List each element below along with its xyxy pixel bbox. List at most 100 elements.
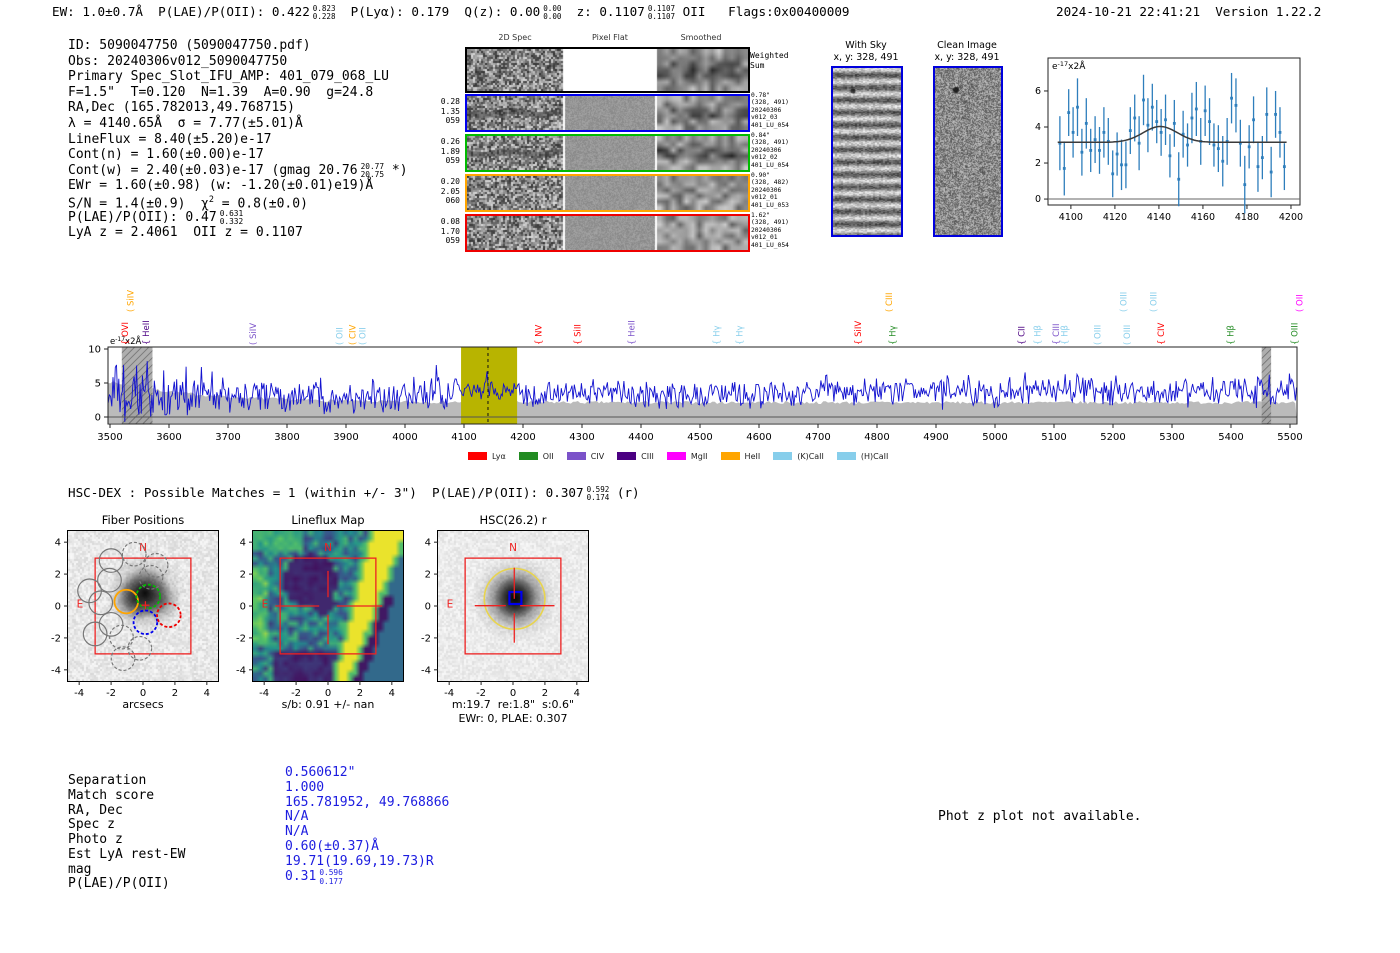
info-line: λ = 4140.65Å σ = 7.77(±5.01)Å	[68, 115, 303, 131]
spectrum-legend: Lyα OII CIV CIII MgII HeII (K)CaII (H)CaII	[468, 445, 1088, 464]
spectrum-xtick: 3900	[333, 432, 358, 443]
spectrum-ytick: 10	[88, 345, 101, 356]
spec2d-row-left-label: 0.20 2.05 060	[440, 177, 460, 205]
line-marker-label: { SiII	[573, 324, 583, 345]
panel-title: Fiber Positions	[101, 513, 185, 527]
line-marker-label: { CIV	[1157, 322, 1167, 345]
spectrum-xtick: 4500	[687, 432, 712, 443]
legend-swatch	[773, 452, 793, 460]
match-value: 0.560612"	[285, 765, 356, 780]
spectrum-xtick: 4300	[569, 432, 594, 443]
panel-ytick: 2	[55, 570, 61, 581]
inset-xtick: 4100	[1059, 212, 1083, 223]
line-marker-label: ( CIV	[348, 325, 358, 345]
panel-image	[67, 530, 219, 682]
inset-ytick: 6	[1035, 86, 1041, 97]
spectrum-xtick: 3800	[274, 432, 299, 443]
info-line: Cont(n) = 1.60(±0.00)e-17	[68, 147, 264, 163]
spec2d-row	[465, 94, 750, 132]
match-label: Separation	[68, 773, 147, 788]
legend-swatch	[666, 452, 686, 460]
spectrum-xtick: 5100	[1041, 432, 1066, 443]
lineflux-xlabel: s/b: 0.91 +/- nan	[281, 698, 375, 711]
line-marker-label: { HeII	[142, 320, 152, 345]
line-marker-label: { Hβ	[1033, 325, 1043, 345]
match-value: 0.31 0.596 0.177	[285, 868, 343, 886]
line-marker-label: { Hγ	[713, 325, 723, 345]
inset-xtick: 4120	[1103, 212, 1127, 223]
panel-ytick: 4	[240, 538, 246, 549]
legend-swatch	[617, 452, 637, 460]
legend-swatch	[468, 452, 487, 460]
inset-ytick: 2	[1035, 158, 1041, 169]
spec2d-row-right-label: 0.78" (328, 491) 20240306 v012_03 401_LU_054	[751, 92, 789, 129]
inset-ylabel: e-17x2Å	[1052, 60, 1086, 72]
info-line: RA,Dec (165.782013,49.768715)	[68, 100, 295, 116]
legend-swatch	[518, 452, 538, 460]
line-marker-label: { NV	[534, 325, 544, 345]
hsc-caption-photometry: m:19.7 re:1.8" s:0.6"	[451, 698, 575, 711]
full-spectrum-plot: 3500 3600 3700 3800 3900 4000 4100 4200 4300 4400…	[88, 290, 1305, 443]
fiber-xlabel: arcsecs	[122, 698, 164, 711]
match-label: Est LyA rest-EW	[68, 846, 186, 862]
legend-item: HeII	[720, 452, 760, 461]
clean-image-title: Clean Image x, y: 328, 491	[934, 40, 1000, 63]
match-value: 0.60(±0.37)Å	[285, 838, 379, 854]
line-marker-label: ( SiIV	[249, 323, 259, 345]
weighted-sum-label: Weighted Sum	[750, 51, 789, 70]
panel-image	[437, 530, 589, 682]
panel-title: Lineflux Map	[291, 513, 365, 527]
uncertainty-stack: 0.1107 0.1107	[647, 3, 676, 22]
panel-image	[252, 530, 404, 682]
panel-ytick: 2	[240, 570, 246, 581]
header-summary: EW: 1.0±0.7Å P(LAE)/P(OII): 0.422 0.823 0.…	[52, 3, 850, 22]
info-line: F=1.5" T=0.120 N=1.39 A=0.90 g=24.8	[68, 84, 374, 100]
photz-note: Phot z plot not available.	[938, 809, 1142, 824]
elixer-report: EW: 1.0±0.7Å P(LAE)/P(OII): 0.422 0.823 0.…	[0, 0, 1400, 953]
spectrum-xtick: 5200	[1100, 432, 1125, 443]
clean-image	[933, 66, 1003, 237]
hsc-dex-match-line: HSC-DEX : Possible Matches = 1 (within +…	[68, 484, 640, 503]
match-value: 19.71(19.69,19.73)R	[285, 853, 434, 869]
spectrum-xtick: 3500	[97, 432, 122, 443]
panel-ytick: 4	[55, 538, 61, 549]
spectrum-xtick: 4400	[628, 432, 653, 443]
spectrum-ytick: 5	[95, 379, 101, 390]
with-sky-image	[831, 66, 903, 237]
spectrum-xtick: 4200	[510, 432, 535, 443]
legend-item: OII	[518, 452, 554, 461]
line-marker-label: { OIII	[1291, 323, 1301, 345]
match-label: P(LAE)/P(OII)	[68, 876, 170, 892]
line-marker-label: { OVI	[121, 322, 131, 345]
legend-item: MgII	[666, 452, 708, 461]
spec2d-row	[465, 174, 750, 212]
match-value: N/A	[285, 824, 309, 839]
line-marker-label: ( OIII	[1120, 292, 1130, 312]
spec2d-row-right-label: 0.84" (328, 491) 20240306 v012_02 401_LU_054	[751, 132, 789, 169]
uncertainty-stack: 0.00 0.00	[543, 3, 562, 22]
spectrum-xtick: 3700	[215, 432, 240, 443]
spec2d-col-title: Pixel Flat	[592, 33, 628, 42]
panel-ytick: -4	[236, 665, 246, 676]
inset-xtick: 4160	[1191, 212, 1215, 223]
info-line: LyA z = 2.4061 OII z = 0.1107	[68, 225, 303, 241]
spectrum-xtick: 5300	[1159, 432, 1184, 443]
spec2d-row-right-label: 0.90" (328, 482) 20240306 v012_01 401_LU_053	[751, 172, 789, 209]
match-label: mag	[68, 861, 92, 877]
spectrum-xtick: 4100	[451, 432, 476, 443]
info-line: P(LAE)/P(OII): 0.47 0.631 0.332	[68, 208, 244, 227]
spec2d-row-left-label: 0.08 1.70 059	[440, 217, 460, 245]
spec2d-row-left-label: 0.26 1.89 059	[440, 137, 460, 165]
spectrum-ytick: 0	[95, 413, 101, 424]
spectrum-xtick: 4900	[923, 432, 948, 443]
line-marker-label: ( OII	[1295, 294, 1305, 312]
spectrum-xtick: 5500	[1277, 432, 1302, 443]
with-sky-title: With Sky x, y: 328, 491	[833, 40, 899, 63]
line-marker-label: { HeII	[628, 320, 638, 345]
match-value: 1.000	[285, 779, 325, 795]
line-marker-label: { Hβ	[1226, 325, 1236, 345]
spectrum-xtick: 4800	[864, 432, 889, 443]
spectrum-xtick: 4600	[746, 432, 771, 443]
panel-ytick: -2	[421, 633, 431, 644]
line-marker-label: ( OII	[336, 327, 346, 345]
